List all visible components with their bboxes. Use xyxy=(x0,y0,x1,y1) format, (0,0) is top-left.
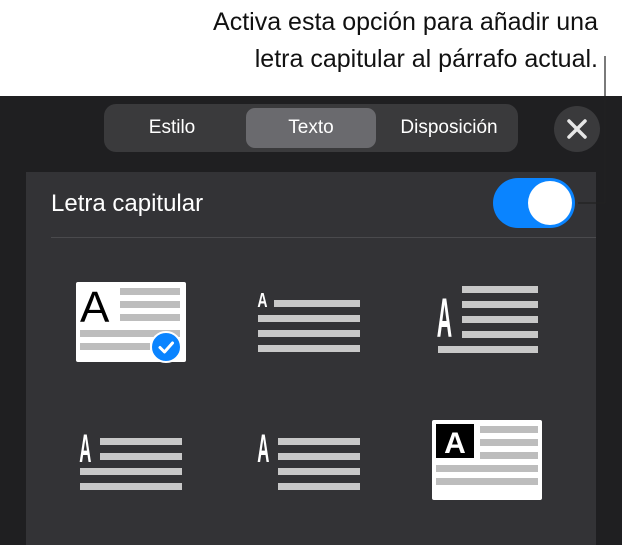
drop-cap-toggle[interactable] xyxy=(493,178,575,228)
toggle-knob xyxy=(528,181,572,225)
callout-line-1: Activa esta opción para añadir una xyxy=(213,8,598,36)
svg-text:A: A xyxy=(79,427,91,471)
drop-cap-style-5-icon: A xyxy=(257,427,360,490)
close-button[interactable] xyxy=(554,106,600,152)
drop-cap-style-2[interactable]: A xyxy=(256,286,362,356)
selected-checkmark-icon xyxy=(150,331,182,363)
drop-cap-style-6-icon: A xyxy=(432,420,542,500)
svg-text:A: A xyxy=(444,427,466,460)
tab-disposicion[interactable]: Disposición xyxy=(384,108,514,148)
drop-cap-style-4[interactable]: A xyxy=(78,424,184,496)
drop-cap-style-4-icon: A xyxy=(79,427,182,490)
svg-text:A: A xyxy=(257,427,269,471)
callout-annotation: Activa esta opción para añadir una letra… xyxy=(78,4,598,78)
drop-cap-style-5[interactable]: A xyxy=(256,424,362,496)
drop-cap-style-2-icon: A xyxy=(257,288,360,352)
svg-text:A: A xyxy=(437,287,452,349)
row-divider xyxy=(51,237,596,238)
tab-texto[interactable]: Texto xyxy=(246,108,376,148)
close-icon xyxy=(567,119,587,139)
svg-text:A: A xyxy=(80,283,110,332)
tab-estilo[interactable]: Estilo xyxy=(110,108,234,148)
drop-cap-style-3-icon: A xyxy=(437,286,538,353)
svg-text:A: A xyxy=(257,288,267,311)
drop-cap-label: Letra capitular xyxy=(51,190,204,217)
drop-cap-style-3[interactable]: A xyxy=(436,286,542,356)
format-tab-bar: Estilo Texto Disposición xyxy=(104,104,518,152)
drop-cap-style-6[interactable]: A xyxy=(432,420,544,502)
callout-line-2: letra capitular al párrafo actual. xyxy=(254,45,598,73)
